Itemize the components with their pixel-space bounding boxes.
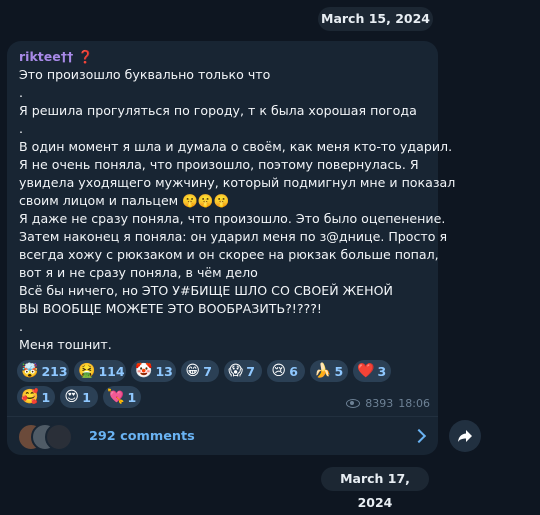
scream-icon: 😱 — [228, 363, 243, 379]
reaction-exploding-head[interactable]: 🤯 213 — [17, 360, 69, 382]
reaction-heart-arrow[interactable]: 💘 1 — [103, 386, 141, 408]
reaction-vomiting[interactable]: 🤮 114 — [74, 360, 126, 382]
post-line: Это произошло буквально только что — [19, 67, 271, 82]
views-eye-icon — [346, 399, 361, 408]
comments-label: 292 comments — [89, 428, 195, 444]
date-separator: March 17, 2024 — [321, 467, 429, 510]
post-line: Меня тошнит. — [19, 337, 112, 352]
grin-icon: 😁 — [185, 363, 200, 379]
reaction-count: 213 — [41, 363, 68, 379]
reaction-scream[interactable]: 😱 7 — [224, 360, 262, 382]
reaction-heart[interactable]: ❤️ 3 — [353, 360, 391, 382]
post-line: ВЫ ВООБЩЕ МОЖЕТЕ ЭТО ВООБРАЗИТЬ?!???! — [19, 301, 322, 316]
reaction-count: 1 — [127, 389, 137, 405]
reaction-clown[interactable]: 🤡 13 — [131, 360, 176, 382]
post-line: . — [19, 319, 24, 334]
reaction-smiling-hearts[interactable]: 🥰 1 — [17, 386, 55, 408]
crying-face-icon: 😢 — [271, 363, 286, 379]
vomiting-face-icon: 🤮 — [78, 363, 96, 379]
share-arrow-icon — [458, 430, 472, 442]
clown-icon: 🤡 — [135, 363, 153, 379]
post-line: . — [19, 121, 24, 136]
heart-eyes-icon: 😍 — [64, 389, 79, 405]
commenter-avatars — [17, 422, 81, 451]
reaction-count: 7 — [246, 363, 255, 379]
post-meta: 8393 18:06 — [346, 397, 430, 410]
channel-post: riktee†† ❓ Это произошло буквально тольк… — [7, 41, 456, 455]
post-line: Я не очень поняла, что произошло, поэтом… — [19, 157, 419, 172]
date-separator: March 15, 2024 — [318, 7, 433, 31]
views-count: 8393 — [365, 397, 394, 410]
post-line: своим лицом и пальцем 🤫🤫🤫 — [19, 193, 230, 208]
post-line: увидела уходящего мужчину, который подми… — [19, 175, 456, 190]
comments-button[interactable]: 292 comments — [7, 417, 438, 455]
post-time: 18:06 — [398, 397, 430, 410]
reaction-count: 7 — [203, 363, 212, 379]
reaction-count: 13 — [155, 363, 173, 379]
reaction-count: 114 — [98, 363, 125, 379]
post-line: вот я и не сразу поняла, в чём дело — [19, 265, 258, 280]
post-author[interactable]: riktee†† ❓ — [19, 49, 93, 65]
reaction-crying[interactable]: 😢 6 — [267, 360, 305, 382]
reaction-banana[interactable]: 🍌 5 — [310, 360, 348, 382]
post-line: Затем наконец я поняла: он ударил меня п… — [19, 229, 448, 244]
chevron-right-icon — [411, 428, 427, 444]
post-line: . — [19, 85, 24, 100]
heart-icon: ❤️ — [357, 363, 375, 379]
post-line: Я решила прогуляться по городу, т к была… — [19, 103, 417, 118]
post-line: всегда хожу с рюкзаком и он скорее на рю… — [19, 247, 439, 262]
reaction-heart-eyes[interactable]: 😍 1 — [60, 386, 98, 408]
exploding-head-icon: 🤯 — [21, 363, 39, 379]
smiling-hearts-icon: 🥰 — [21, 389, 39, 405]
post-line: Я даже не сразу поняла, что произошло. Э… — [19, 211, 446, 226]
post-line: Всё бы ничего, но ЭТО У#БИЩЕ ШЛО СО СВОЕ… — [19, 283, 393, 298]
avatar — [45, 423, 73, 451]
heart-arrow-icon: 💘 — [107, 389, 125, 405]
reaction-grin[interactable]: 😁 7 — [181, 360, 219, 382]
reaction-count: 6 — [289, 363, 298, 379]
reaction-count: 1 — [82, 389, 91, 405]
share-button[interactable] — [449, 420, 481, 452]
reaction-count: 1 — [41, 389, 51, 405]
post-text: Это произошло буквально только что . Я р… — [19, 66, 456, 354]
banana-icon: 🍌 — [314, 363, 332, 379]
reaction-count: 5 — [334, 363, 344, 379]
reaction-count: 3 — [377, 363, 387, 379]
post-line: В один момент я шла и думала о своём, ка… — [19, 139, 453, 154]
